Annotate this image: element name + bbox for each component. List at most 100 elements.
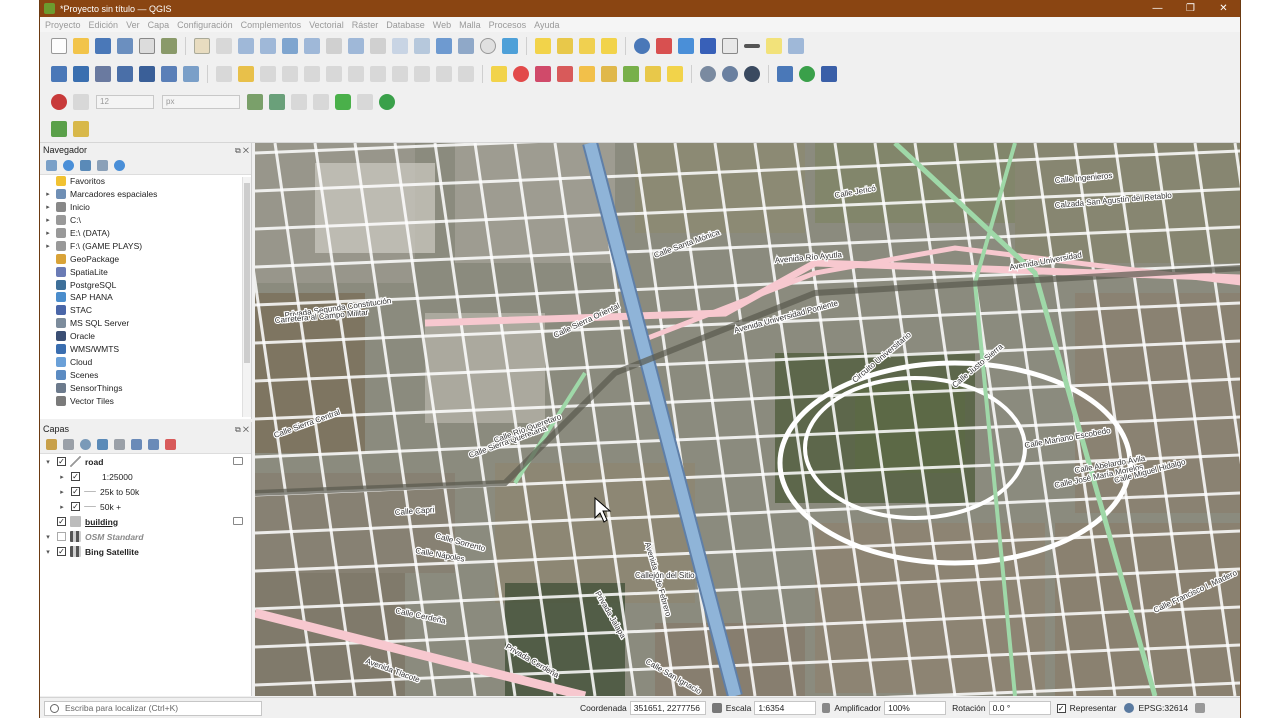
deselect-icon[interactable] [579, 38, 595, 54]
layer-item[interactable]: ▸ ✓ 25k to 50k [40, 484, 251, 499]
minimize-button[interactable]: — [1141, 0, 1174, 17]
add-raster-icon[interactable] [139, 66, 155, 82]
save-project-icon[interactable] [95, 38, 111, 54]
change-label-icon[interactable] [645, 66, 661, 82]
coordinate-field[interactable]: 351651, 2277756 [629, 701, 706, 715]
digitize-icon[interactable] [117, 66, 133, 82]
new-map-view-icon[interactable] [392, 38, 408, 54]
browser-item[interactable]: SpatiaLite [40, 265, 251, 278]
offset-curve-icon[interactable] [357, 94, 373, 110]
redo-icon[interactable] [458, 66, 474, 82]
expand-arrow-icon[interactable]: ▸ [43, 229, 53, 237]
expand-arrow-icon[interactable]: ▾ [43, 548, 53, 556]
label-toolbar-icon[interactable] [491, 66, 507, 82]
browser-item[interactable]: Oracle [40, 330, 251, 343]
filter-icon[interactable] [80, 160, 91, 171]
add-feature-icon[interactable] [282, 66, 298, 82]
expand-arrow-icon[interactable]: ▸ [43, 203, 53, 211]
split-features-icon[interactable] [291, 94, 307, 110]
open-project-icon[interactable] [73, 38, 89, 54]
layer-visibility-checkbox[interactable]: ✓ [71, 487, 80, 496]
copy-icon[interactable] [392, 66, 408, 82]
identify-icon[interactable] [634, 38, 650, 54]
snapping-options-icon[interactable] [73, 94, 89, 110]
unit-select[interactable]: px [162, 95, 240, 109]
print-layout-icon[interactable] [139, 38, 155, 54]
maximize-button[interactable]: ❐ [1174, 0, 1207, 17]
layer-visibility-checkbox[interactable]: ✓ [71, 472, 80, 481]
rotate-label-icon[interactable] [623, 66, 639, 82]
show-hide-label-icon[interactable] [579, 66, 595, 82]
show-bookmarks-icon[interactable] [458, 38, 474, 54]
metasearch-icon[interactable] [700, 66, 716, 82]
measure-icon[interactable] [744, 44, 760, 48]
browser-item[interactable]: GeoPackage [40, 252, 251, 265]
zoom-layer-icon[interactable] [348, 38, 364, 54]
filter-expression-icon[interactable] [114, 439, 125, 450]
menu-ver[interactable]: Ver [126, 20, 140, 30]
lock-icon[interactable] [822, 703, 831, 713]
menu-ayuda[interactable]: Ayuda [534, 20, 559, 30]
python-console-icon[interactable] [777, 66, 793, 82]
browser-item[interactable]: ▸ F:\ (GAME PLAYS) [40, 239, 251, 252]
manage-visibility-icon[interactable] [80, 439, 91, 450]
expand-arrow-icon[interactable]: ▾ [43, 458, 53, 466]
layer-item[interactable]: ▸ ✓ 50k + [40, 499, 251, 514]
menu-edicion[interactable]: Edición [89, 20, 119, 30]
add-mesh-icon[interactable] [161, 66, 177, 82]
info-icon[interactable] [114, 160, 125, 171]
crs-globe-icon[interactable] [1124, 703, 1135, 713]
menu-complementos[interactable]: Complementos [241, 20, 302, 30]
browser-item[interactable]: PostgreSQL [40, 278, 251, 291]
expand-arrow-icon[interactable]: ▸ [57, 473, 67, 481]
quickmapservices-icon[interactable] [51, 120, 67, 137]
globe-icon[interactable] [744, 66, 760, 82]
merge-features-icon[interactable] [313, 94, 329, 110]
map-canvas[interactable]: Privada Segunda Constitución Carretera al… [255, 143, 1240, 696]
layer-visibility-checkbox[interactable]: ✓ [57, 457, 66, 466]
cut-icon[interactable] [370, 66, 386, 82]
layer-item[interactable]: ▾ ✓ road [40, 454, 251, 469]
pin-label-icon[interactable] [557, 66, 573, 82]
diagram-icon[interactable] [513, 66, 529, 82]
expand-arrow-icon[interactable]: ▸ [43, 242, 53, 250]
statistics-sigma-icon[interactable] [700, 38, 716, 54]
browser-item[interactable]: ▸ Marcadores espaciales [40, 188, 251, 201]
scale-field[interactable]: 1:6354 [754, 701, 817, 715]
field-calculator-icon[interactable] [722, 38, 738, 54]
browser-item[interactable]: Favoritos [40, 175, 251, 188]
browser-item[interactable]: SensorThings [40, 381, 251, 394]
layer-item[interactable]: ✓ building [40, 514, 251, 529]
zoom-last-icon[interactable] [370, 38, 386, 54]
add-group-icon[interactable] [63, 439, 74, 450]
plugin-reloader-icon[interactable] [799, 66, 815, 82]
settings-gear-icon[interactable] [678, 38, 694, 54]
crs-label[interactable]: EPSG:32614 [1138, 703, 1188, 713]
bookmark-icon[interactable] [436, 38, 452, 54]
menu-vectorial[interactable]: Vectorial [309, 20, 344, 30]
panel-float-close-buttons[interactable]: ⧉ ✕ [235, 423, 249, 437]
close-button[interactable]: ✕ [1207, 0, 1240, 17]
layer-visibility-checkbox[interactable]: ✓ [57, 547, 66, 556]
browser-item[interactable]: ▸ E:\ (DATA) [40, 227, 251, 240]
coordinate-toggle-icon[interactable] [711, 703, 722, 713]
expand-all-icon[interactable] [131, 439, 142, 450]
menu-raster[interactable]: Ráster [352, 20, 379, 30]
collapse-all-icon[interactable] [97, 160, 108, 171]
zoom-full-icon[interactable] [282, 38, 298, 54]
paste-icon[interactable] [414, 66, 430, 82]
browser-item[interactable]: STAC [40, 304, 251, 317]
processing-toolbox-icon[interactable] [379, 94, 395, 110]
move-label-icon[interactable] [601, 66, 617, 82]
zoom-in-icon[interactable] [238, 38, 254, 54]
render-checkbox[interactable]: ✓ [1056, 703, 1066, 713]
add-wms-icon[interactable] [183, 66, 199, 82]
layer-visibility-checkbox[interactable]: ✓ [71, 502, 80, 511]
pan-to-selection-icon[interactable] [216, 38, 232, 54]
add-vector-icon[interactable] [95, 66, 111, 82]
locator-search[interactable]: Escriba para localizar (Ctrl+K) [44, 700, 262, 716]
help-icon[interactable] [821, 66, 837, 82]
browser-item[interactable]: MS SQL Server [40, 317, 251, 330]
refresh-icon[interactable] [63, 160, 74, 171]
browser-item[interactable]: ▸ C:\ [40, 214, 251, 227]
